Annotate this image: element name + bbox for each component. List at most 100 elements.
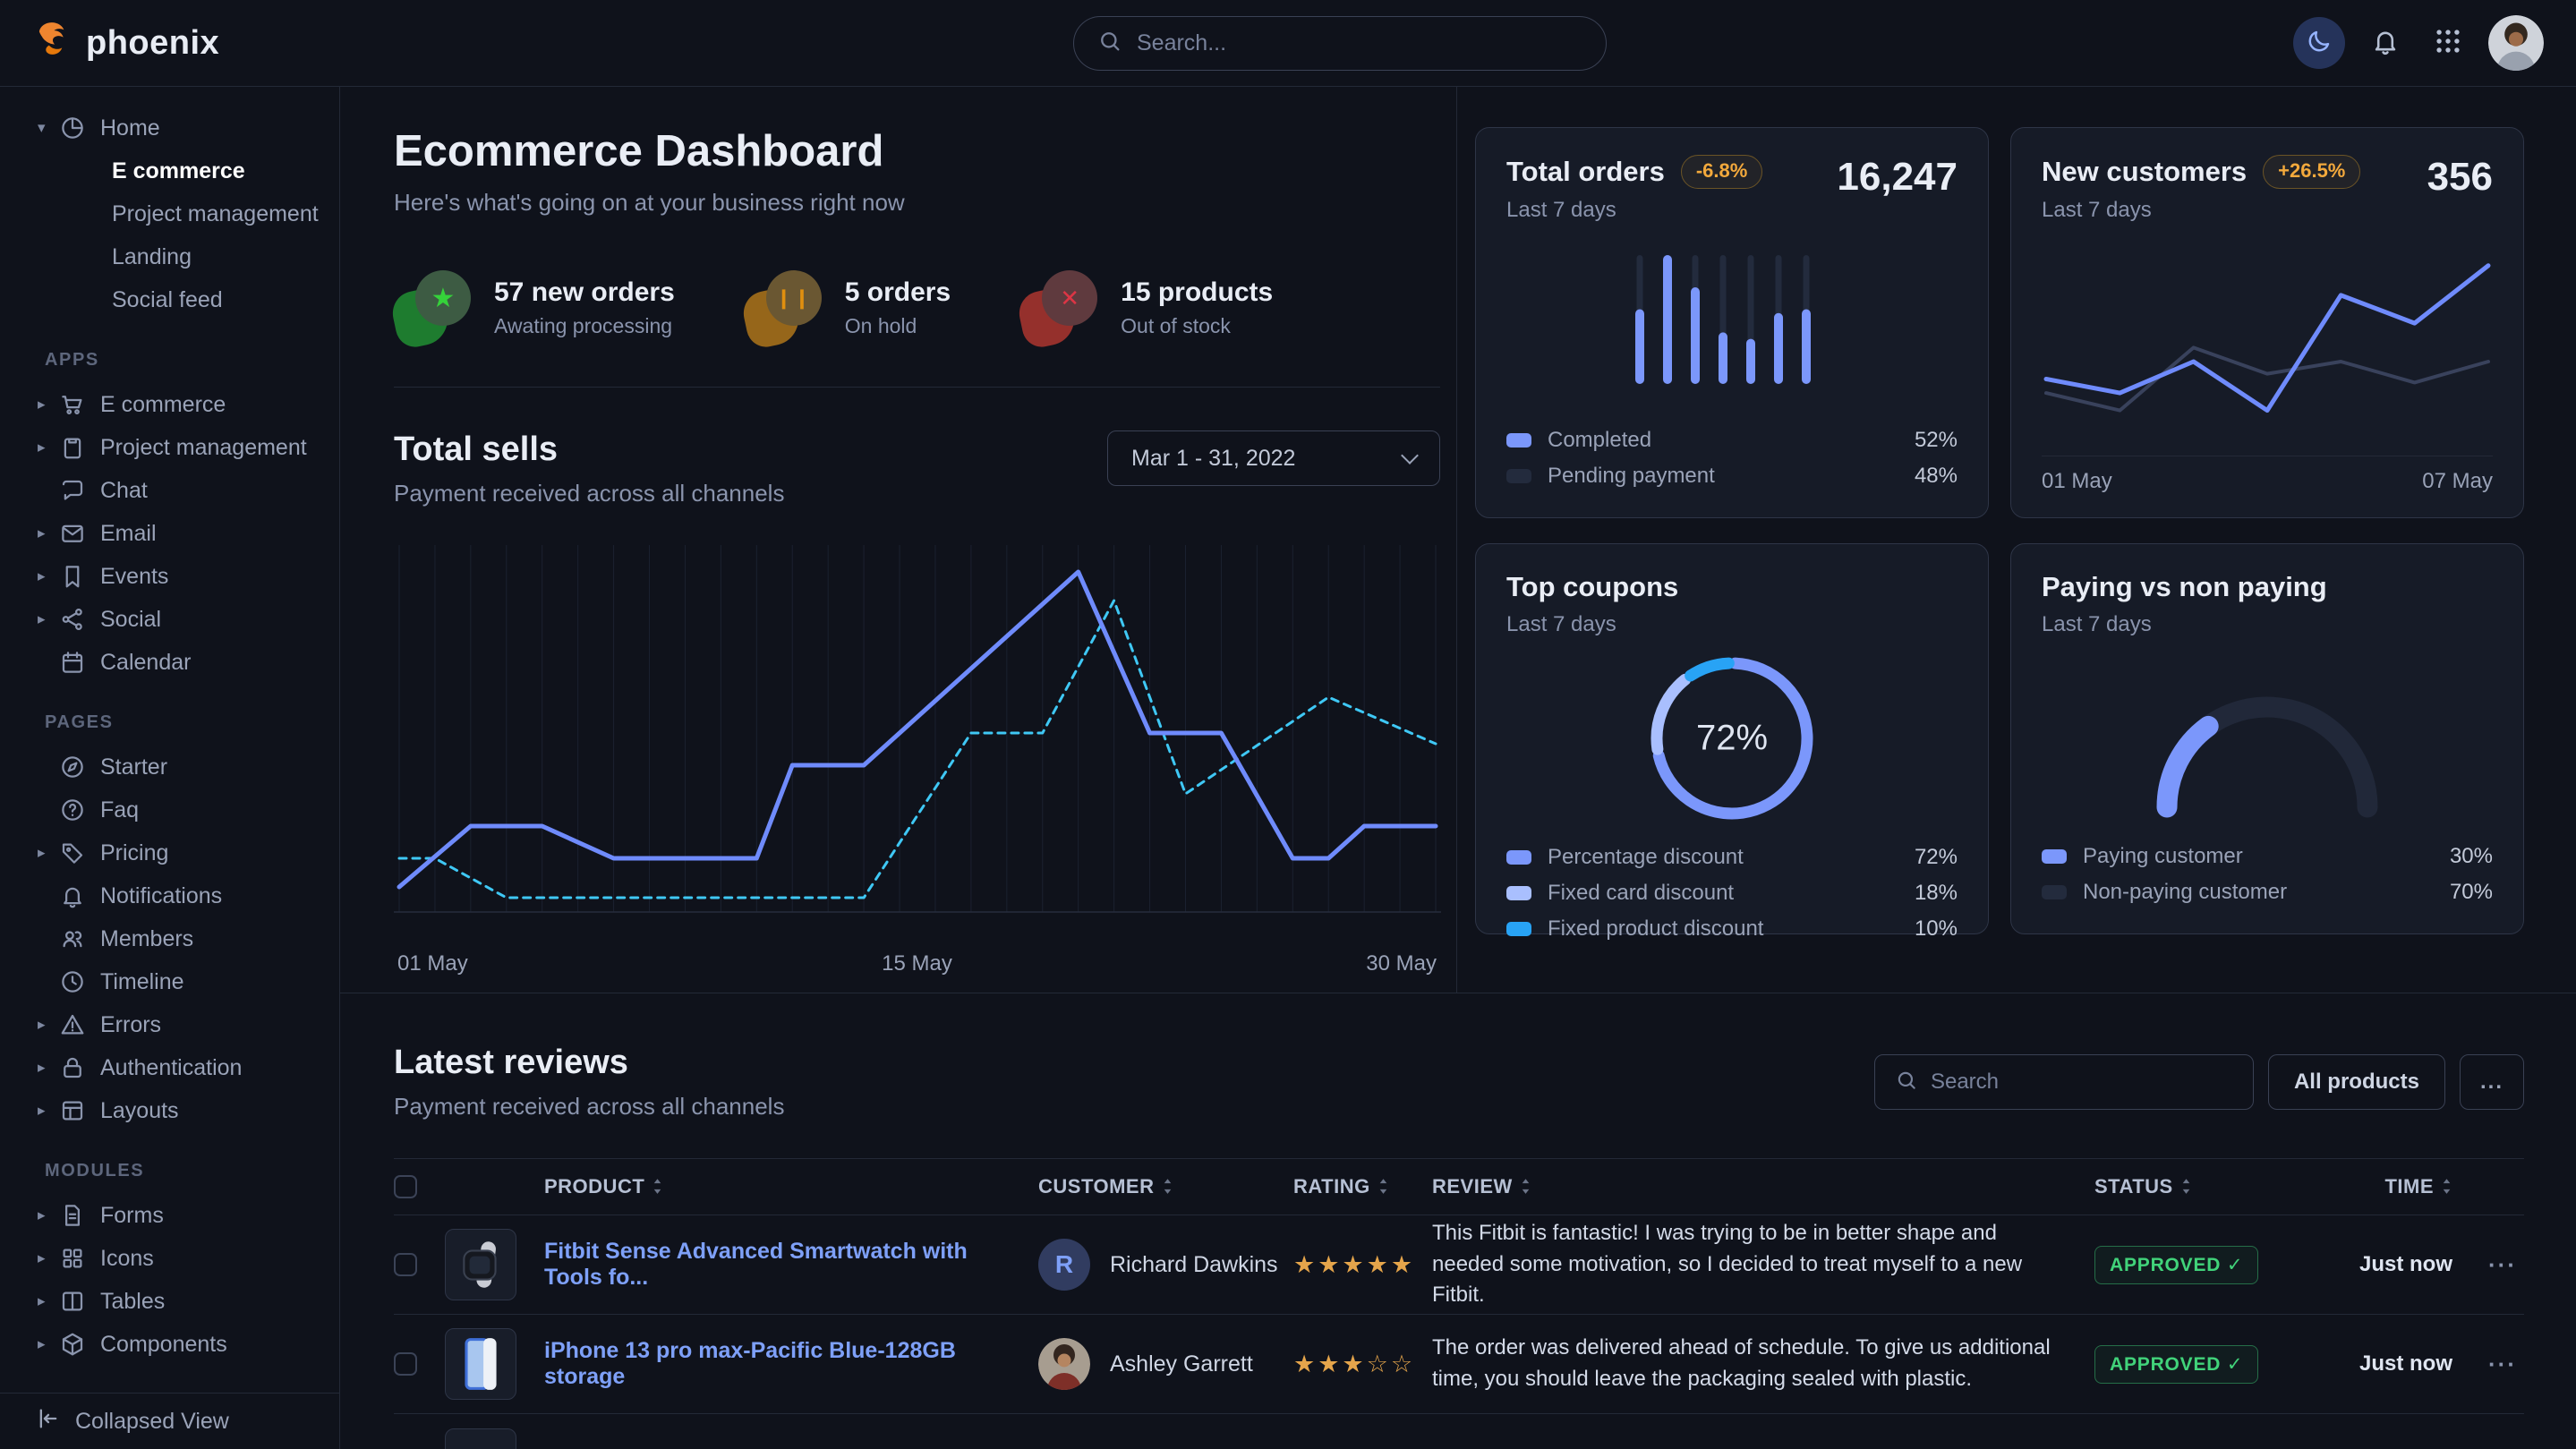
product-link[interactable]: Fitbit Sense Advanced Smartwatch with To…	[544, 1239, 1038, 1291]
sidebar-item-label: Faq	[100, 797, 139, 823]
global-search[interactable]	[1073, 16, 1607, 71]
legend-item-fixed-product-discount: Fixed product discount10%	[1506, 911, 1958, 947]
card-value: 16,247	[1837, 155, 1958, 200]
legend-label: Paying customer	[2083, 844, 2243, 869]
legend-item-percentage-discount: Percentage discount72%	[1506, 840, 1958, 875]
stat-value: 5 orders	[845, 277, 951, 308]
all-products-filter-button[interactable]: All products	[2268, 1054, 2445, 1110]
product-link[interactable]: iPhone 13 pro max-Pacific Blue-128GB sto…	[544, 1338, 1038, 1390]
legend-label: Completed	[1548, 428, 1651, 453]
bell-icon	[2370, 26, 2401, 61]
sidebar-item-e-commerce[interactable]: E commerce	[0, 149, 339, 192]
sidebar-item-faq[interactable]: Faq	[0, 788, 339, 831]
sidebar-item-timeline[interactable]: Timeline	[0, 960, 339, 1003]
stat-new-orders: ★ 57 new orders Awating processing	[394, 268, 675, 347]
row-checkbox[interactable]	[394, 1253, 417, 1276]
card-title: New customers	[2042, 156, 2247, 188]
sidebar-item-members[interactable]: Members	[0, 917, 339, 960]
row-checkbox[interactable]	[394, 1352, 417, 1376]
card-title: Paying vs non paying	[2042, 571, 2327, 603]
sidebar-item-forms[interactable]: ▸Forms	[0, 1194, 339, 1237]
column-header-review[interactable]: REVIEW	[1432, 1175, 2094, 1198]
sidebar-item-label: Email	[100, 521, 157, 547]
sidebar-item-calendar[interactable]: Calendar	[0, 641, 339, 684]
sidebar-item-errors[interactable]: ▸ Errors	[0, 1003, 339, 1046]
chat-icon	[59, 477, 86, 504]
customer-avatar[interactable]: R	[1038, 1239, 1090, 1291]
legend-label: Pending payment	[1548, 464, 1715, 489]
sidebar-item-components[interactable]: ▸Components	[0, 1323, 339, 1366]
reviews-table-body: Fitbit Sense Advanced Smartwatch with To…	[394, 1215, 2524, 1449]
sidebar-item-social[interactable]: ▸Social	[0, 598, 339, 641]
sidebar-item-e-commerce[interactable]: ▸E commerce	[0, 383, 339, 426]
review-time: Just now	[2318, 1252, 2452, 1277]
row-actions-button[interactable]: ···	[2488, 1351, 2524, 1378]
sidebar-item-label: Starter	[100, 754, 167, 780]
top-coupons-legend: Percentage discount72%Fixed card discoun…	[1506, 840, 1958, 947]
file-icon	[59, 1202, 86, 1229]
row-actions-button[interactable]: ···	[2488, 1251, 2524, 1279]
sidebar-item-home[interactable]: ▾Home	[0, 107, 339, 149]
total-orders-bar-chart	[1506, 223, 1958, 422]
caret-right-icon: ▸	[38, 1016, 59, 1034]
column-header-customer[interactable]: CUSTOMER	[1038, 1175, 1293, 1198]
legend-swatch	[1506, 922, 1531, 936]
sidebar-item-landing[interactable]: Landing	[0, 235, 339, 278]
sidebar-item-starter[interactable]: Starter	[0, 746, 339, 788]
column-header-status[interactable]: STATUS	[2094, 1175, 2318, 1198]
sidebar-item-pricing[interactable]: ▸Pricing	[0, 831, 339, 874]
sidebar-item-project-management[interactable]: ▸Project management	[0, 426, 339, 469]
legend-item-paying-customer: Paying customer30%	[2042, 839, 2493, 874]
stat-out-of-stock: ✕ 15 products Out of stock	[1020, 268, 1273, 347]
column-header-rating[interactable]: RATING	[1293, 1175, 1432, 1198]
customer-avatar[interactable]	[1038, 1338, 1090, 1390]
notifications-button[interactable]	[2363, 17, 2408, 69]
sidebar-item-label: Errors	[100, 1012, 161, 1038]
collapse-sidebar-button[interactable]: Collapsed View	[0, 1393, 339, 1449]
sidebar-item-label: E commerce	[100, 392, 226, 418]
total-sells-title: Total sells	[394, 430, 784, 469]
donut-center-value: 72%	[1506, 719, 1958, 759]
brand-logo[interactable]: phoenix	[32, 19, 219, 67]
product-thumbnail[interactable]	[445, 1428, 516, 1449]
card-period: Last 7 days	[2042, 612, 2327, 637]
reviews-more-button[interactable]: ...	[2460, 1054, 2524, 1110]
reviews-search[interactable]	[1874, 1054, 2254, 1110]
sidebar-section-apps: APPS	[0, 321, 339, 383]
sidebar-item-label: Events	[100, 564, 168, 590]
apps-grid-button[interactable]	[2426, 17, 2470, 69]
sidebar-item-events[interactable]: ▸Events	[0, 555, 339, 598]
collapse-arrow-icon	[36, 1406, 61, 1437]
sidebar-item-project-management[interactable]: Project management	[0, 192, 339, 235]
caret-right-icon: ▸	[38, 524, 59, 542]
reviews-search-input[interactable]	[1931, 1070, 2233, 1095]
date-range-select[interactable]: Mar 1 - 31, 2022	[1107, 430, 1440, 486]
kpi-cards: Total orders -6.8% Last 7 days 16,247 Co…	[1457, 87, 2576, 993]
user-avatar[interactable]	[2488, 15, 2544, 71]
sidebar-item-notifications[interactable]: Notifications	[0, 874, 339, 917]
column-header-product[interactable]: PRODUCT	[544, 1175, 1038, 1198]
sidebar-item-social-feed[interactable]: Social feed	[0, 278, 339, 321]
sidebar-item-authentication[interactable]: ▸Authentication	[0, 1046, 339, 1089]
paying-legend: Paying customer30%Non-paying customer70%	[2042, 839, 2493, 910]
sidebar-item-tables[interactable]: ▸Tables	[0, 1280, 339, 1323]
product-thumbnail[interactable]	[445, 1229, 516, 1300]
legend-swatch	[1506, 886, 1531, 900]
sidebar-item-icons[interactable]: ▸Icons	[0, 1237, 339, 1280]
total-sells-chart: 01 May 15 May 30 May	[394, 538, 1440, 976]
product-thumbnail[interactable]	[445, 1328, 516, 1400]
sidebar-item-chat[interactable]: Chat	[0, 469, 339, 512]
sidebar-item-label: Icons	[100, 1246, 154, 1272]
theme-toggle-button[interactable]	[2293, 17, 2345, 69]
customer-name: Richard Dawkins	[1110, 1252, 1293, 1278]
caret-down-icon: ▾	[38, 119, 59, 137]
phoenix-flame-icon	[32, 19, 73, 67]
stat-orders-on-hold: ❙❙ 5 orders On hold	[745, 268, 951, 347]
global-search-input[interactable]	[1137, 30, 1582, 56]
select-all-checkbox[interactable]	[394, 1175, 417, 1198]
review-time: Just now	[2318, 1351, 2452, 1377]
sidebar-item-email[interactable]: ▸ Email	[0, 512, 339, 555]
sidebar-item-layouts[interactable]: ▸Layouts	[0, 1089, 339, 1132]
card-title: Top coupons	[1506, 571, 1678, 603]
column-header-time[interactable]: TIME	[2384, 1175, 2452, 1198]
